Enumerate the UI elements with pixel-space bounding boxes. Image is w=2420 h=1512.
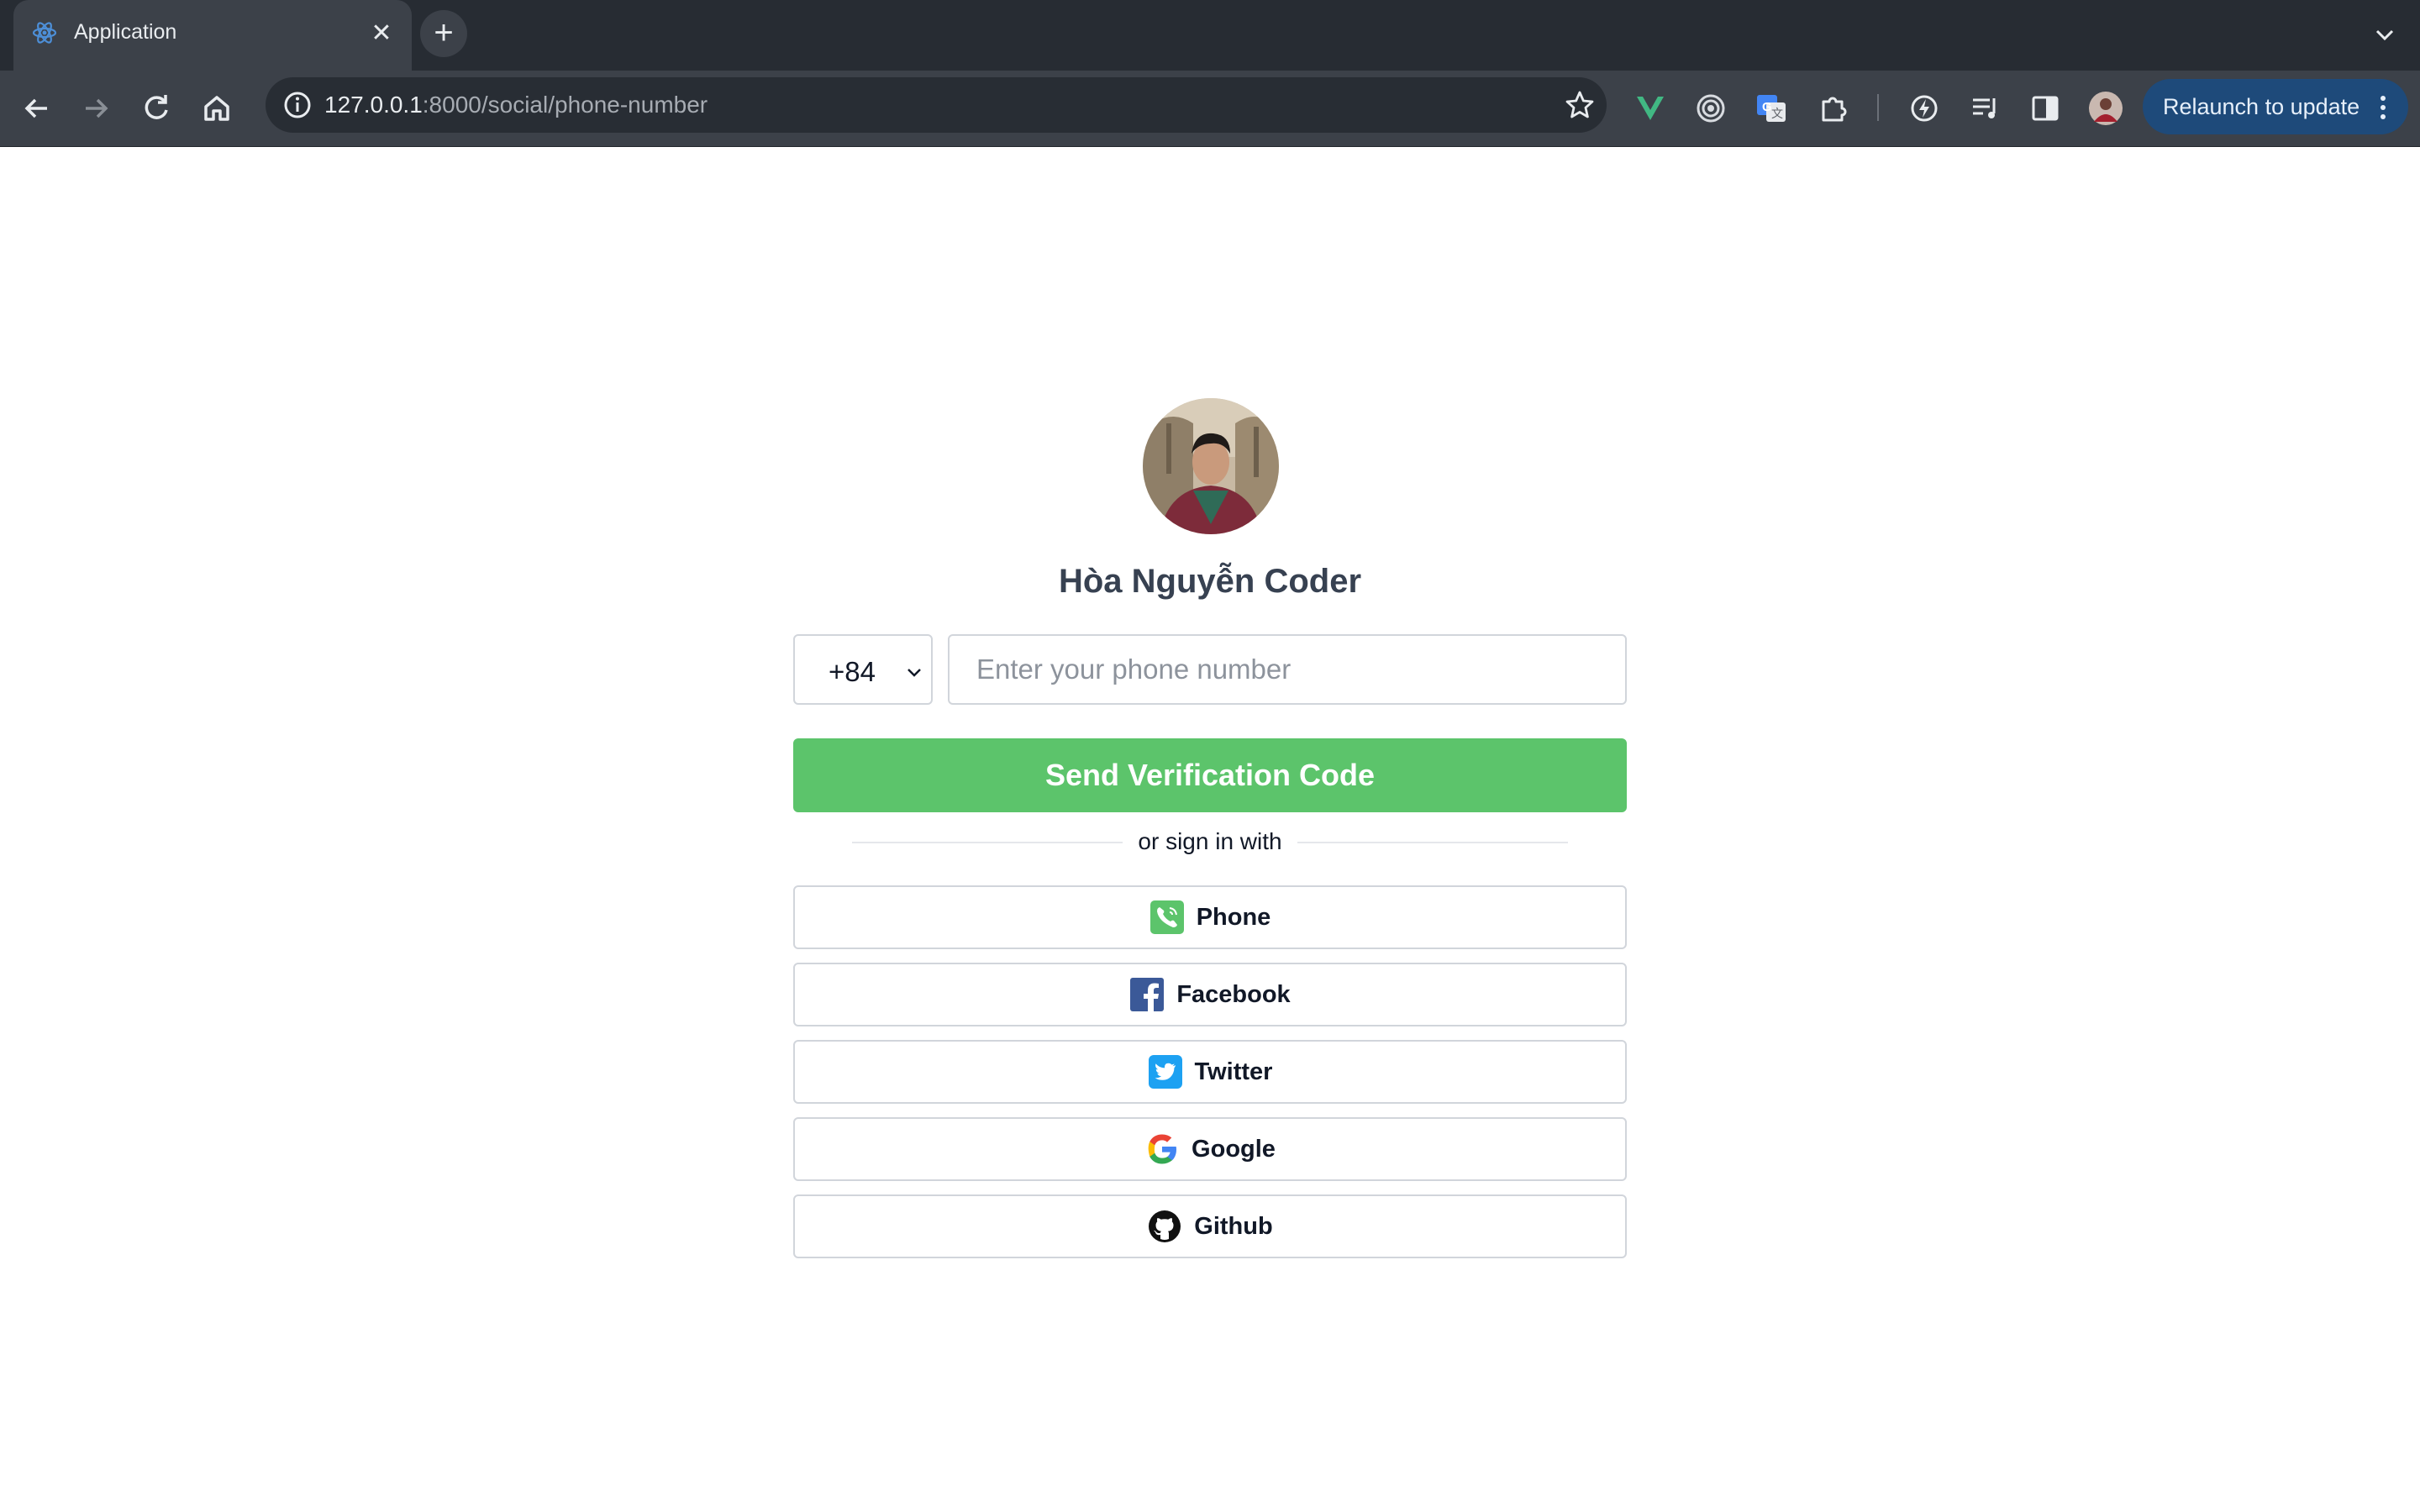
address-bar[interactable]: 127.0.0.1:8000/social/phone-number [266,77,1607,133]
phone-icon [1150,900,1184,934]
profile-name: Hòa Nguyễn Coder [1058,563,1362,600]
social-button-label: Github [1194,1212,1273,1240]
url-path: :8000/social/phone-number [422,92,708,118]
side-panel-icon[interactable] [2027,90,2064,127]
forward-arrow-icon[interactable] [77,90,114,127]
social-button-content: Twitter [795,1042,1625,1102]
browser-toolbar: 127.0.0.1:8000/social/phone-number G 文 R… [0,71,2420,146]
new-tab-button[interactable]: + [420,10,467,57]
user-avatar [1143,398,1279,534]
social-button-label: Google [1192,1135,1276,1163]
tab-title: Application [74,20,177,44]
sign-in-facebook-button[interactable]: Facebook [793,963,1627,1026]
divider-line-left [852,842,1123,843]
country-code-select[interactable]: +84 [793,634,933,705]
facebook-icon [1130,978,1165,1011]
sign-in-github-button[interactable]: Github [793,1194,1627,1258]
divider-line-right [1297,842,1568,843]
relaunch-to-update-button[interactable]: Relaunch to update [2143,79,2408,134]
target-icon[interactable] [1692,90,1729,127]
google-translate-icon[interactable]: G 文 [1753,90,1790,127]
svg-text:文: 文 [1771,107,1783,120]
lightning-icon[interactable] [1906,90,1943,127]
site-info-icon[interactable] [281,88,314,122]
tab-search-chevron-icon[interactable] [2370,20,2400,50]
url-host: 127.0.0.1 [324,92,423,118]
tab-close-icon[interactable]: ✕ [365,17,398,50]
address-url[interactable]: 127.0.0.1:8000/social/phone-number [324,92,708,118]
bookmark-star-icon[interactable] [1563,88,1597,122]
sign-in-phone-button[interactable]: Phone [793,885,1627,949]
divider-text: or sign in with [1138,828,1282,854]
relaunch-label: Relaunch to update [2163,94,2360,119]
app-logo-icon [32,22,57,44]
sign-in-twitter-button[interactable]: Twitter [793,1040,1627,1104]
social-button-label: Facebook [1176,980,1291,1008]
chrome-divider [0,146,2420,147]
reading-list-icon[interactable] [1966,90,2003,127]
social-button-content: Github [795,1196,1625,1257]
google-icon [1148,1134,1177,1164]
github-icon [1149,1210,1181,1242]
reload-icon[interactable] [138,90,175,127]
send-verification-code-button[interactable]: Send Verification Code [793,738,1627,812]
avatar-photo [1143,398,1279,534]
social-button-label: Phone [1196,903,1271,931]
svg-text:G: G [1762,100,1772,114]
country-code-value: +84 [829,656,876,687]
twitter-icon [1148,1055,1182,1089]
browser-tab-strip: Application ✕ + [0,0,2420,71]
social-button-content: Facebook [795,964,1625,1025]
vue-devtools-icon[interactable] [1632,90,1669,127]
phone-number-input[interactable] [948,634,1627,705]
extensions-puzzle-icon[interactable] [1815,90,1852,127]
chevron-down-icon [908,669,921,677]
toolbar-separator [1877,94,1879,121]
more-vertical-icon[interactable] [2375,91,2391,124]
social-button-content: Google [795,1119,1625,1179]
sign-in-google-button[interactable]: Google [793,1117,1627,1181]
browser-tab[interactable]: Application ✕ [13,0,412,71]
social-button-content: Phone [795,887,1625,948]
back-arrow-icon[interactable] [18,90,55,127]
profile-avatar[interactable] [2087,90,2124,127]
social-button-label: Twitter [1194,1058,1273,1085]
home-icon[interactable] [198,90,235,127]
